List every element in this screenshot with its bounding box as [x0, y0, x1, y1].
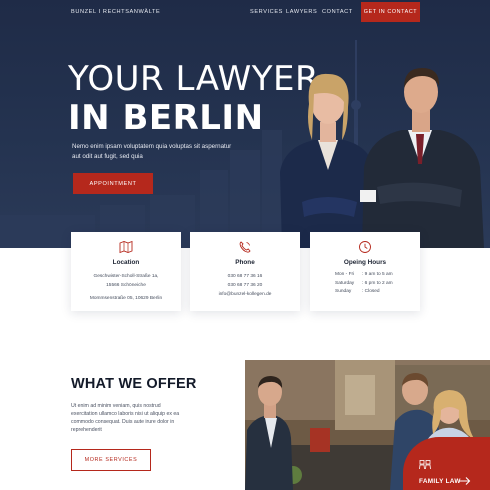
phone-title: Phone	[235, 259, 255, 266]
clock-icon	[359, 241, 371, 253]
hours-time: : 9 am to 5 am	[362, 272, 393, 277]
hours-day: Mon - Fri	[335, 272, 355, 277]
hero-section: BUNZEL I RECHTSANWÄLTE SERVICES LAWYERS …	[0, 0, 490, 248]
phone-number[interactable]: 030 68 77 36 16	[190, 273, 300, 282]
arrow-right-icon[interactable]	[459, 476, 471, 486]
phone-icon	[239, 241, 251, 253]
family-icon	[419, 460, 431, 470]
brand-logo-text[interactable]: BUNZEL I RECHTSANWÄLTE	[71, 9, 160, 15]
location-address: Geschwister-Scholl-Straße 1a, 15566 Schö…	[71, 273, 181, 303]
location-card: Location Geschwister-Scholl-Straße 1a, 1…	[71, 232, 181, 311]
location-title: Location	[112, 259, 140, 266]
location-line: Geschwister-Scholl-Straße 1a,	[93, 274, 159, 279]
more-services-button[interactable]: MORE SERVICES	[71, 449, 151, 471]
male-lawyer-figure	[360, 68, 484, 248]
nav-link-contact[interactable]: CONTACT	[322, 9, 353, 15]
top-navigation: BUNZEL I RECHTSANWÄLTE SERVICES LAWYERS …	[0, 0, 490, 26]
appointment-button[interactable]: APPOINTMENT	[73, 173, 153, 194]
lawyers-photo	[280, 68, 484, 248]
phone-details: 030 68 77 36 16 030 68 77 36 20 info@bun…	[190, 273, 300, 299]
location-line: Mommsenstraße 05, 10629 Berlin	[89, 295, 163, 301]
hours-time: : Closed	[362, 289, 380, 295]
hours-row: Mon - Fri : 9 am to 5 am	[335, 271, 405, 280]
offer-description: Ut enim ad minim veniam, quis nostrud ex…	[71, 403, 180, 434]
hours-table: Mon - Fri : 9 am to 5 am Saturday : 6 pm…	[335, 271, 405, 297]
location-line: 15566 Schöneiche	[106, 282, 146, 288]
family-law-label[interactable]: FAMILY LAW	[419, 478, 461, 485]
nav-link-lawyers[interactable]: LAWYERS	[286, 9, 317, 15]
hours-row: Saturday : 6 pm to 2 am	[335, 280, 405, 289]
page: BUNZEL I RECHTSANWÄLTE SERVICES LAWYERS …	[0, 0, 490, 490]
hero-subtitle: Nemo enim ipsam voluptatem quia voluptas…	[72, 143, 232, 160]
hours-title: Opeing Hours	[343, 259, 387, 266]
offer-title: WHAT WE OFFER	[71, 376, 197, 392]
email-link[interactable]: info@bunzel-kollegen.de	[190, 291, 300, 300]
phone-number[interactable]: 030 68 77 36 20	[190, 282, 300, 291]
nav-link-services[interactable]: SERVICES	[250, 9, 283, 15]
opening-hours-card: Opeing Hours Mon - Fri : 9 am to 5 am Sa…	[310, 232, 420, 311]
hours-day: Saturday	[335, 280, 355, 286]
phone-card: Phone 030 68 77 36 16 030 68 77 36 20 in…	[190, 232, 300, 311]
map-icon	[119, 240, 133, 254]
get-in-contact-button[interactable]: GET IN CONTACT	[361, 2, 420, 22]
hours-day: Sunday	[335, 289, 352, 295]
hours-row: Sunday : Closed	[335, 288, 405, 297]
female-lawyer-figure	[280, 73, 374, 248]
hours-time: : 6 pm to 2 am	[362, 280, 393, 286]
